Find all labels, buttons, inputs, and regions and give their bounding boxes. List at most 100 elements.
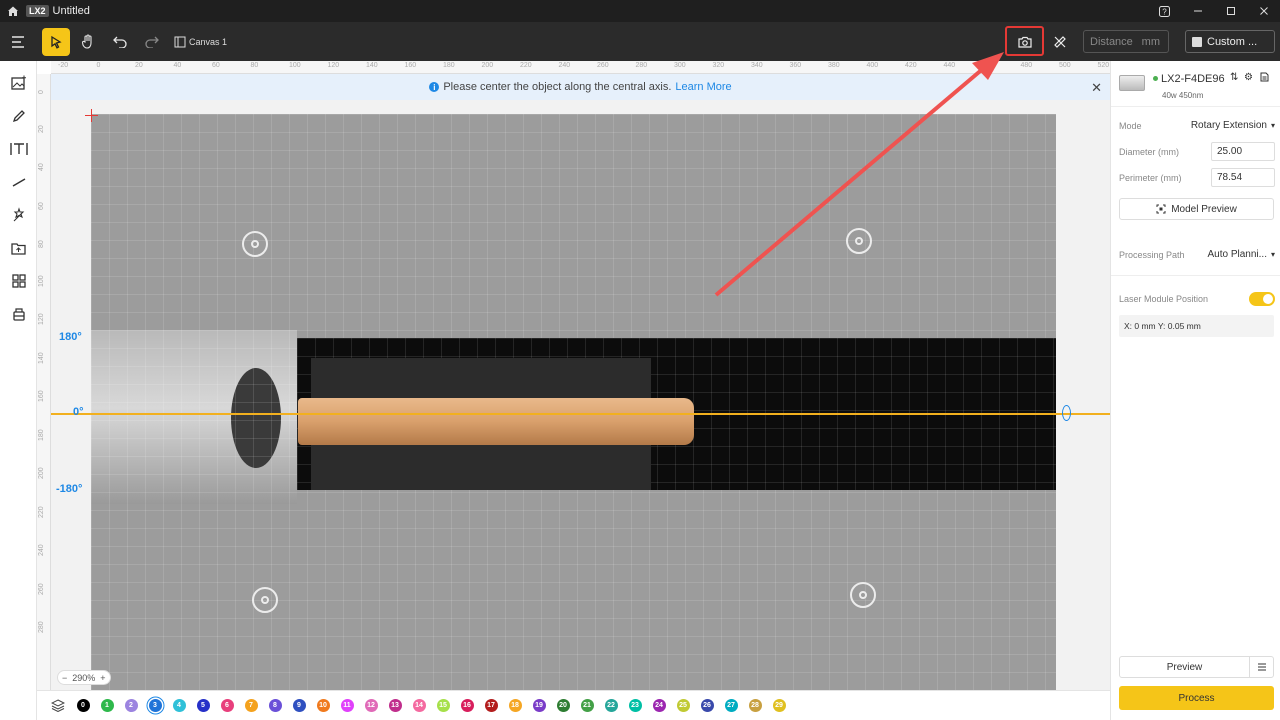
ruler-tick-label: 80 [250,62,259,69]
line-tool-icon[interactable] [0,165,37,198]
degree-label-center: 0° [73,406,84,418]
layer-8-button[interactable]: 8 [268,699,282,712]
layers-icon[interactable] [45,699,71,712]
canvas-selector[interactable]: Canvas 1 [174,36,227,48]
close-window-icon[interactable] [1247,0,1280,22]
layer-10-button[interactable]: 10 [316,699,330,712]
process-button[interactable]: Process [1119,686,1274,710]
layer-20-button[interactable]: 20 [556,699,570,712]
custom-button[interactable]: Custom ... [1185,30,1275,53]
layer-25-button[interactable]: 25 [676,699,690,712]
layer-19-button[interactable]: 19 [532,699,546,712]
canvas-workspace[interactable]: 180° 0° -180° i Please center the object… [51,74,1110,690]
image-tool-icon[interactable] [0,66,37,99]
learn-more-link[interactable]: Learn More [675,81,731,93]
layout-tool-icon[interactable] [0,264,37,297]
ruler-tick-label: 40 [38,163,45,171]
preview-button[interactable]: Preview [1120,662,1249,673]
ruler-tick-label: -20 [58,62,69,69]
layer-15-button[interactable]: 15 [436,699,450,712]
material-library-icon[interactable] [0,297,37,330]
ruler-top: -20 0 20 40 60 80 100 120 140 160 180 200 220 240 260 2… [51,61,1110,74]
ruler-tick-label: 500 [1059,62,1071,69]
layer-18-button[interactable]: 18 [508,699,522,712]
mode-select[interactable]: Rotary Extension [1191,120,1267,131]
redo-icon[interactable] [138,28,166,56]
wooden-cylinder-image [298,398,694,445]
central-axis-line [51,413,1110,415]
zoom-in-icon[interactable]: + [100,673,105,683]
layer-21-button[interactable]: 21 [580,699,594,712]
layer-22-button[interactable]: 22 [604,699,618,712]
model-preview-label: Model Preview [1171,203,1237,215]
hand-tool-icon[interactable] [74,28,102,56]
layer-26-button[interactable]: 26 [700,699,714,712]
maximize-icon[interactable] [1214,0,1247,22]
home-icon[interactable] [0,0,26,22]
pen-tool-icon[interactable] [0,99,37,132]
layer-9-button[interactable]: 9 [292,699,306,712]
layer-0-button[interactable]: 0 [76,699,90,712]
layer-6-button[interactable]: 6 [220,699,234,712]
import-icon[interactable] [0,231,37,264]
layer-16-button[interactable]: 16 [460,699,474,712]
ruler-tick-label: 0 [96,62,101,69]
layer-17-button[interactable]: 17 [484,699,498,712]
ruler-tick-label: 320 [712,62,725,69]
layer-11-button[interactable]: 11 [340,699,354,712]
magic-tool-icon[interactable] [0,198,37,231]
layer-29-button[interactable]: 29 [772,699,786,712]
ruler-tick-label: 520 [1097,62,1110,69]
layer-1-button[interactable]: 1 [100,699,114,712]
diameter-input[interactable]: 25.00 [1211,142,1275,161]
ruler-tick-label: 420 [905,62,917,69]
layer-24-button[interactable]: 24 [652,699,666,712]
help-icon[interactable]: ? [1148,0,1181,22]
ruler-tick-label: 100 [289,62,301,69]
layer-4-button[interactable]: 4 [172,699,186,712]
settings-gear-icon[interactable]: ⚙ [1244,72,1253,83]
measure-tool-icon[interactable] [1046,28,1074,56]
model-preview-button[interactable]: Model Preview [1119,198,1274,220]
swap-icon[interactable]: ⇅ [1230,72,1238,83]
layer-3-button[interactable]: 3 [148,699,162,712]
layer-5-button[interactable]: 5 [196,699,210,712]
zoom-out-icon[interactable]: − [62,673,67,683]
distance-unit: mm [1141,35,1160,48]
ruler-tick-label: 260 [38,582,45,595]
layer-12-button[interactable]: 12 [364,699,378,712]
document-icon[interactable] [1260,72,1269,85]
preview-menu-icon[interactable] [1249,657,1273,677]
ruler-tick-label: 40 [173,62,182,69]
ruler-tick-label: 120 [327,62,340,69]
ruler-tick-label: 80 [38,240,45,248]
calibration-target-icon [850,582,876,608]
zoom-control: − 290% + [57,670,111,685]
chevron-down-icon: ▾ [1270,121,1275,130]
layer-23-button[interactable]: 23 [628,699,642,712]
layer-27-button[interactable]: 27 [724,699,738,712]
layer-28-button[interactable]: 28 [748,699,762,712]
layer-2-button[interactable]: 2 [124,699,138,712]
menu-icon[interactable] [5,28,33,56]
processing-path-select[interactable]: Auto Planni... [1208,249,1267,260]
layer-bar: 0 1 2 3 4 5 6 7 8 9 10 11 12 13 14 15 16 17 18 19 20 21 22 23 24… [37,690,1110,720]
laser-position-toggle[interactable] [1249,292,1275,306]
minimize-icon[interactable] [1181,0,1214,22]
processing-path-row: Processing Path Auto Planni... ▾ [1119,249,1275,260]
layer-14-button[interactable]: 14 [412,699,426,712]
ruler-tick-label: 240 [38,544,45,556]
distance-input[interactable]: Distance mm [1083,30,1169,53]
layer-7-button[interactable]: 7 [244,699,258,712]
info-icon: i [429,82,440,92]
text-tool-icon[interactable] [0,132,37,165]
rotation-handle-icon[interactable] [1062,405,1071,421]
perimeter-input[interactable]: 78.54 [1211,168,1275,187]
device-name[interactable]: LX2-F4DE96 [1161,73,1225,85]
layer-13-button[interactable]: 13 [388,699,402,712]
undo-icon[interactable] [106,28,134,56]
ruler-tick-label: 220 [38,505,45,518]
laser-position-label: Laser Module Position [1119,294,1209,304]
select-tool-icon[interactable] [42,27,70,56]
close-banner-icon[interactable]: ✕ [1091,80,1102,96]
